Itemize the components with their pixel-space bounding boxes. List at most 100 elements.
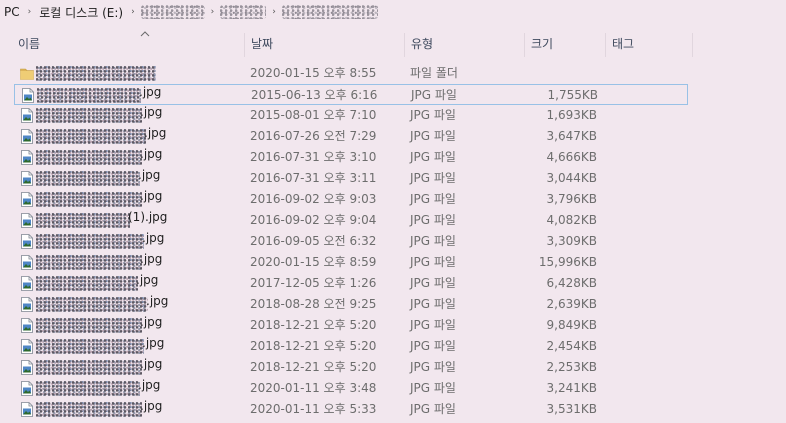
file-name-extension: .jpg	[140, 315, 163, 329]
file-row[interactable]: .jpg 2015-06-13 오후 6:16 JPG 파일 1,755KB	[14, 84, 688, 105]
column-header-type[interactable]: 유형	[411, 31, 433, 57]
file-name-extension: .jpg	[138, 378, 161, 392]
file-size: 4,082KB	[546, 213, 597, 227]
file-type: JPG 파일	[410, 171, 456, 185]
file-size: 2,253KB	[546, 360, 597, 374]
file-size: 15,996KB	[538, 255, 597, 269]
breadcrumb-item-redacted[interactable]	[282, 5, 378, 19]
file-name-redacted	[36, 234, 144, 249]
file-type: JPG 파일	[410, 234, 456, 248]
column-divider[interactable]	[524, 33, 525, 57]
image-file-icon	[20, 360, 34, 375]
file-row[interactable]: .jpg 2020-01-11 오후 5:33 JPG 파일 3,531KB	[14, 399, 688, 420]
column-header-tags[interactable]: 태그	[612, 31, 634, 57]
file-row[interactable]: .jpg 2015-08-01 오후 7:10 JPG 파일 1,693KB	[14, 105, 688, 126]
file-name-redacted	[36, 66, 156, 81]
file-date: 2018-12-21 오후 5:20	[250, 339, 377, 353]
breadcrumb-chevron-icon[interactable]: ›	[125, 7, 141, 17]
image-file-icon	[20, 234, 34, 249]
file-date: 2020-01-11 오후 5:33	[250, 402, 377, 416]
file-row[interactable]: .jpg 2018-08-28 오전 9:25 JPG 파일 2,639KB	[14, 294, 688, 315]
breadcrumb-item-drive[interactable]: 로컬 디스크 (E:)	[37, 4, 125, 21]
column-divider[interactable]	[605, 33, 606, 57]
image-file-icon	[20, 192, 34, 207]
image-file-icon	[21, 88, 35, 103]
file-date: 2016-09-02 오후 9:03	[250, 192, 377, 206]
breadcrumb-item-pc[interactable]: PC	[0, 5, 22, 19]
file-size: 1,755KB	[547, 88, 598, 102]
image-file-icon	[20, 402, 34, 417]
column-header-size[interactable]: 크기	[531, 31, 553, 57]
file-size: 3,531KB	[546, 402, 597, 416]
file-row[interactable]: .jpg 2020-01-11 오후 3:48 JPG 파일 3,241KB	[14, 378, 688, 399]
column-header-date[interactable]: 날짜	[251, 31, 273, 57]
file-name-extension: .jpg	[140, 147, 163, 161]
file-type: JPG 파일	[410, 339, 456, 353]
file-date: 2016-07-31 오후 3:10	[250, 150, 377, 164]
file-type: JPG 파일	[410, 318, 456, 332]
breadcrumb-item-redacted[interactable]	[220, 5, 266, 19]
file-row[interactable]: .jpg 2017-12-05 오후 1:26 JPG 파일 6,428KB	[14, 273, 688, 294]
file-name-redacted	[36, 402, 142, 417]
file-date: 2016-07-26 오전 7:29	[250, 129, 377, 143]
file-name-redacted	[36, 108, 142, 123]
breadcrumb-item-redacted[interactable]	[141, 5, 205, 19]
file-name-extension: .jpg	[139, 85, 162, 99]
image-file-icon	[20, 276, 34, 291]
file-name-extension: .jpg	[142, 336, 165, 350]
file-size: 4,666KB	[546, 150, 597, 164]
file-name-redacted	[36, 360, 142, 375]
file-row[interactable]: (1).jpg 2016-09-02 오후 9:04 JPG 파일 4,082KB	[14, 210, 688, 231]
breadcrumb-chevron-icon[interactable]: ›	[266, 7, 282, 17]
file-size: 3,796KB	[546, 192, 597, 206]
file-name-extension: .jpg	[140, 252, 163, 266]
file-name-redacted	[36, 297, 148, 312]
file-name-extension: .jpg	[144, 126, 167, 140]
breadcrumb-chevron-icon[interactable]: ›	[205, 7, 221, 17]
breadcrumb: PC › 로컬 디스크 (E:) › › ›	[0, 0, 786, 24]
file-row[interactable]: .jpg 2016-07-31 오후 3:10 JPG 파일 4,666KB	[14, 147, 688, 168]
file-size: 3,044KB	[546, 171, 597, 185]
column-header: 이름 날짜 유형 크기 태그	[0, 31, 786, 57]
file-row[interactable]: .jpg 2018-12-21 오후 5:20 JPG 파일 9,849KB	[14, 315, 688, 336]
file-row[interactable]: .jpg 2020-01-15 오후 8:59 JPG 파일 15,996KB	[14, 252, 688, 273]
file-name-extension: .jpg	[140, 105, 163, 119]
file-date: 2015-08-01 오후 7:10	[250, 108, 377, 122]
column-header-name-label: 이름	[18, 37, 41, 51]
file-size	[524, 63, 597, 84]
file-type: JPG 파일	[410, 381, 456, 395]
file-name-extension: .jpg	[140, 189, 163, 203]
file-name-extension: .jpg	[138, 168, 161, 182]
breadcrumb-chevron-icon[interactable]: ›	[22, 7, 38, 17]
file-name-redacted	[37, 88, 141, 103]
file-name-extension: .jpg	[136, 273, 159, 287]
image-file-icon	[20, 318, 34, 333]
file-date: 2020-01-15 오후 8:55	[250, 66, 377, 80]
column-divider[interactable]	[404, 33, 405, 57]
file-date: 2020-01-15 오후 8:59	[250, 255, 377, 269]
image-file-icon	[20, 108, 34, 123]
file-date: 2015-06-13 오후 6:16	[251, 88, 378, 102]
file-name-redacted	[36, 192, 142, 207]
file-row[interactable]: .jpg 2016-09-05 오전 6:32 JPG 파일 3,309KB	[14, 231, 688, 252]
file-name-redacted	[36, 255, 142, 270]
file-name-redacted	[36, 213, 130, 228]
file-type: JPG 파일	[410, 192, 456, 206]
file-row[interactable]: .jpg 2016-09-02 오후 9:03 JPG 파일 3,796KB	[14, 189, 688, 210]
file-row[interactable]: .jpg 2018-12-21 오후 5:20 JPG 파일 2,454KB	[14, 336, 688, 357]
column-divider[interactable]	[244, 33, 245, 57]
file-row[interactable]: .jpg 2018-12-21 오후 5:20 JPG 파일 2,253KB	[14, 357, 688, 378]
file-name-extension: (1).jpg	[128, 210, 168, 224]
file-row[interactable]: .jpg 2016-07-31 오후 3:11 JPG 파일 3,044KB	[14, 168, 688, 189]
file-name-extension: .jpg	[146, 294, 169, 308]
file-size: 3,647KB	[546, 129, 597, 143]
file-size: 6,428KB	[546, 276, 597, 290]
file-date: 2020-01-11 오후 3:48	[250, 381, 377, 395]
image-file-icon	[20, 129, 34, 144]
folder-row[interactable]: 2020-01-15 오후 8:55 파일 폴더	[14, 63, 688, 84]
file-name-redacted	[36, 150, 142, 165]
file-name-redacted	[36, 171, 140, 186]
file-row[interactable]: .jpg 2016-07-26 오전 7:29 JPG 파일 3,647KB	[14, 126, 688, 147]
column-divider[interactable]	[692, 33, 693, 57]
column-header-name[interactable]: 이름	[18, 31, 244, 57]
